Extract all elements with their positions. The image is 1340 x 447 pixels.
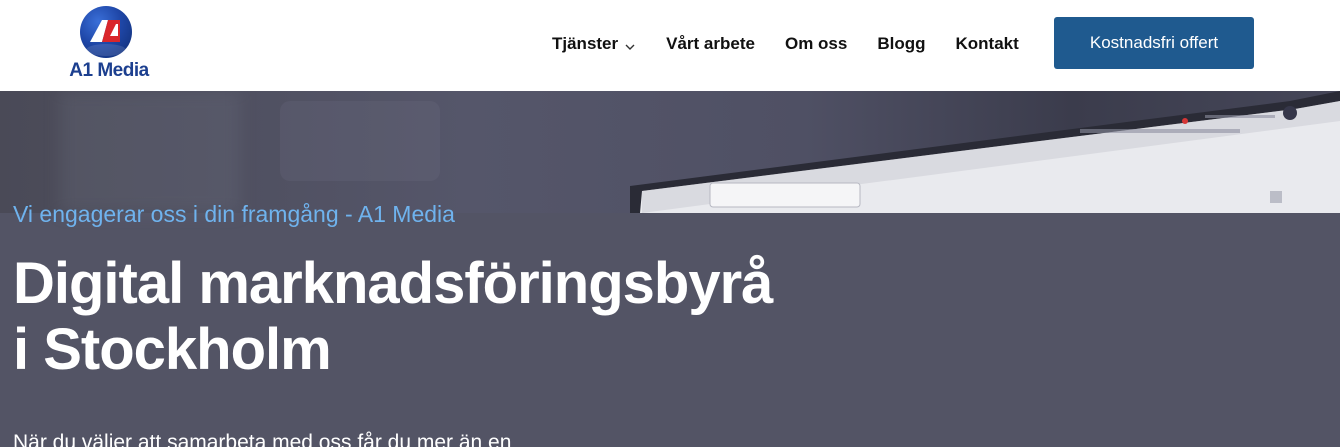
logo-text: A1 Media bbox=[69, 60, 149, 81]
nav-item-blogg[interactable]: Blogg bbox=[877, 34, 925, 54]
site-header: A1 Media Tjänster Vårt arbete Om oss Blo… bbox=[0, 0, 1340, 91]
nav-item-om-oss[interactable]: Om oss bbox=[785, 34, 847, 54]
nav-item-label: Blogg bbox=[877, 34, 926, 53]
nav-item-label: Tjänster bbox=[552, 34, 619, 53]
free-quote-button[interactable]: Kostnadsfri offert bbox=[1054, 17, 1254, 69]
hero-title-line: Digital marknadsföringsbyrå bbox=[13, 251, 773, 316]
nav-item-label: Kontakt bbox=[955, 34, 1019, 53]
nav-item-kontakt[interactable]: Kontakt bbox=[955, 34, 1018, 54]
hero-intro-text: När du väljer att samarbeta med oss får … bbox=[13, 431, 512, 447]
hero-subtitle: Vi engagerar oss i din framgång - A1 Med… bbox=[13, 201, 455, 227]
nav-item-label: Vårt arbete bbox=[666, 34, 755, 53]
background-blur bbox=[280, 101, 440, 181]
hero-section: Vi engagerar oss i din framgång - A1 Med… bbox=[0, 91, 1340, 447]
nav-item-tjanster[interactable]: Tjänster bbox=[552, 34, 636, 54]
logo-emblem-icon bbox=[80, 6, 132, 58]
background-blur bbox=[60, 91, 240, 213]
a1-media-logo[interactable]: A1 Media bbox=[60, 4, 152, 84]
hero-title: Digital marknadsföringsbyrå i Stockholm bbox=[13, 251, 913, 383]
hero-background-image bbox=[0, 91, 1340, 213]
hero-title-line: i Stockholm bbox=[13, 317, 332, 382]
chevron-down-icon bbox=[624, 38, 636, 50]
monitor-image bbox=[630, 91, 1340, 213]
nav-item-vart-arbete[interactable]: Vårt arbete bbox=[666, 34, 755, 54]
main-navigation: Tjänster Vårt arbete Om oss Blogg Kontak… bbox=[552, 32, 1049, 56]
nav-item-label: Om oss bbox=[784, 34, 848, 53]
